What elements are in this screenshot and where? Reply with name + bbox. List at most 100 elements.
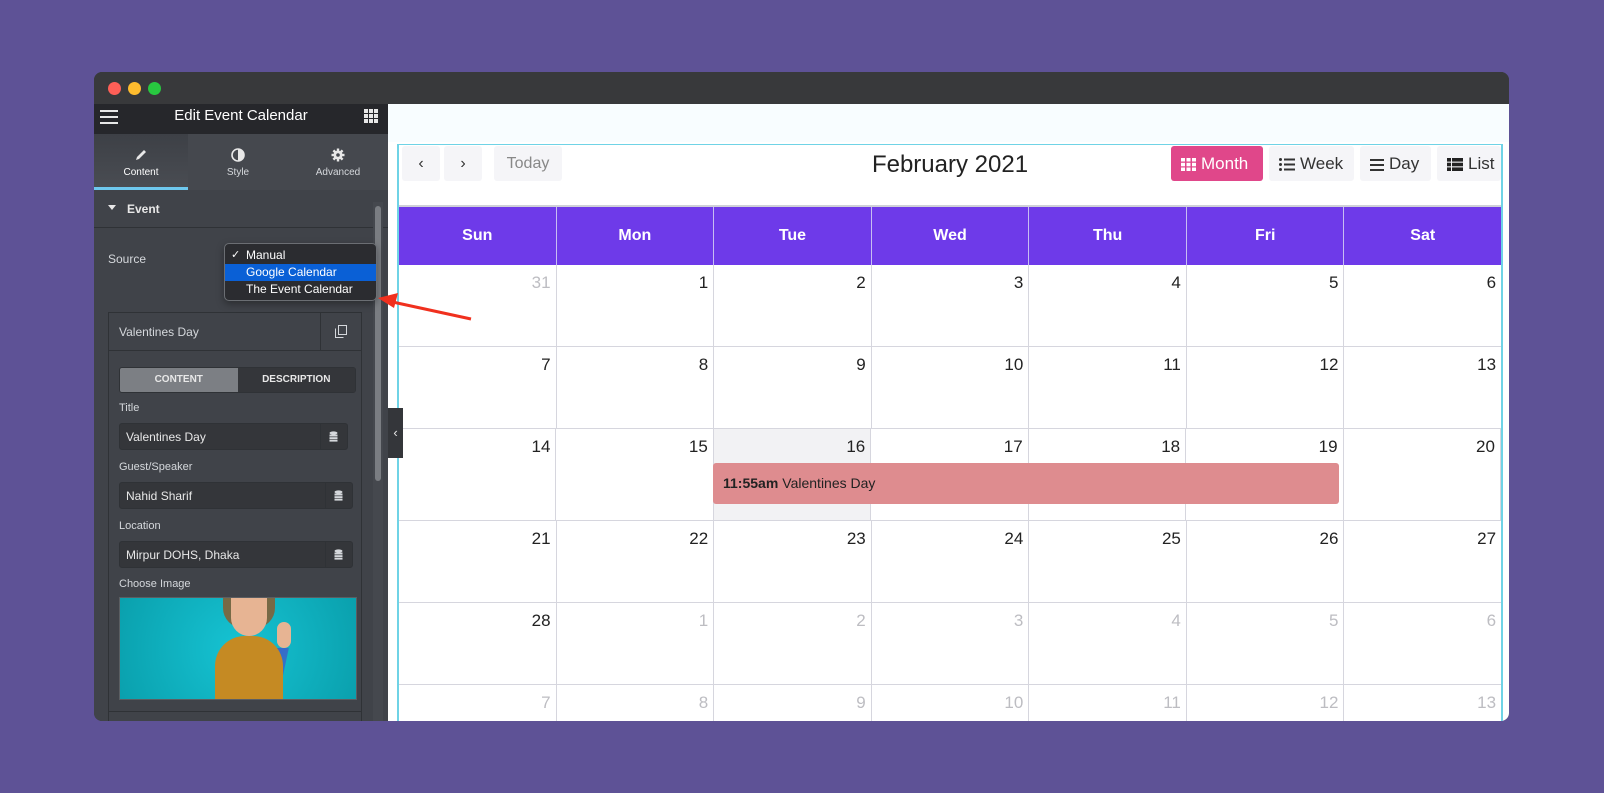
tab-content-label: Content (123, 167, 159, 178)
grid-icon (1181, 158, 1196, 172)
duplicate-button[interactable] (320, 313, 361, 351)
collapse-panel-button[interactable]: ‹ (388, 408, 403, 458)
day-number: 18 (1161, 437, 1181, 456)
location-input[interactable] (120, 542, 325, 567)
day-cell[interactable]: 15 (556, 429, 714, 520)
table-list-icon (1447, 158, 1463, 172)
day-cell[interactable]: 9 (714, 347, 872, 428)
day-cell[interactable]: 12 (1187, 685, 1345, 721)
day-cell[interactable]: 14 (399, 429, 557, 520)
day-cell[interactable]: 7 (399, 347, 557, 428)
day-number: 24 (1004, 529, 1024, 548)
source-dropdown-menu[interactable]: ✓ Manual Google Calendar The Event Calen… (224, 243, 377, 301)
day-cell[interactable]: 3 (872, 603, 1030, 684)
day-cell[interactable]: 8 (557, 685, 715, 721)
day-cell[interactable]: 11 (1029, 347, 1187, 428)
day-cell[interactable]: 3 (872, 265, 1030, 346)
segment-content[interactable]: CONTENT (120, 368, 238, 392)
event-section-toggle[interactable]: Event (94, 190, 388, 228)
source-option-manual[interactable]: ✓ Manual (225, 247, 376, 264)
day-cell[interactable]: 5 (1187, 603, 1345, 684)
week-row: 31 1 2 3 4 5 6 (399, 265, 1501, 347)
day-cell[interactable]: 1 (557, 603, 715, 684)
view-week-button[interactable]: Week (1269, 146, 1354, 181)
day-cell[interactable]: 13 (1344, 347, 1501, 428)
maximize-window-button[interactable] (148, 82, 161, 95)
weekday-header: Sun Mon Tue Wed Thu Fri Sat (399, 205, 1501, 265)
preview-top-bar (388, 104, 1509, 142)
day-number: 20 (1476, 437, 1495, 456)
day-number: 23 (846, 529, 866, 548)
weekday-fri: Fri (1187, 207, 1345, 265)
day-cell[interactable]: 24 (872, 521, 1030, 602)
image-chooser[interactable] (119, 597, 357, 700)
day-cell[interactable]: 8 (557, 347, 715, 428)
day-number: 10 (1004, 693, 1024, 712)
day-number: 17 (1003, 437, 1023, 456)
widgets-grid-icon[interactable] (364, 109, 378, 123)
view-day-button[interactable]: Day (1360, 146, 1431, 181)
next-month-button[interactable]: › (444, 146, 482, 181)
guest-speaker-input[interactable] (120, 483, 325, 508)
option-label: Google Calendar (246, 265, 337, 279)
tab-style[interactable]: Style (188, 134, 288, 190)
view-month-button[interactable]: Month (1171, 146, 1263, 181)
day-cell[interactable]: 12 (1187, 347, 1345, 428)
panel-tabs: Content Style Advanced (94, 134, 388, 190)
day-number: 9 (856, 355, 866, 374)
event-section-label: Event (127, 202, 160, 216)
day-cell[interactable]: 7 (399, 685, 557, 721)
tab-advanced-label: Advanced (315, 167, 361, 178)
day-cell[interactable]: 10 (872, 685, 1030, 721)
day-cell[interactable]: 10 (872, 347, 1030, 428)
tab-advanced[interactable]: Advanced (288, 134, 388, 190)
day-cell[interactable]: 13 (1344, 685, 1501, 721)
day-cell[interactable]: 6 (1344, 603, 1501, 684)
day-number: 16 (846, 437, 866, 456)
close-window-button[interactable] (108, 82, 121, 95)
day-cell[interactable]: 21 (399, 521, 557, 602)
calendar-event[interactable]: 11:55am Valentines Day (713, 463, 1339, 504)
day-cell[interactable]: 22 (557, 521, 715, 602)
day-cell[interactable]: 23 (714, 521, 872, 602)
day-number: 19 (1318, 437, 1338, 456)
dynamic-tags-button[interactable] (325, 542, 352, 567)
dynamic-tags-button[interactable] (325, 483, 352, 508)
day-cell[interactable]: 4 (1029, 603, 1187, 684)
day-cell[interactable]: 1 (557, 265, 715, 346)
day-cell[interactable]: 28 (399, 603, 557, 684)
tab-content[interactable]: Content (94, 134, 188, 190)
day-cell[interactable]: 2 (714, 603, 872, 684)
day-number: 2 (856, 611, 866, 630)
day-cell[interactable]: 20 (1344, 429, 1501, 520)
day-cell[interactable]: 11 (1029, 685, 1187, 721)
repeater-item-header[interactable]: Valentines Day (109, 313, 361, 351)
dynamic-tags-button[interactable] (320, 424, 347, 449)
source-label: Source (108, 252, 147, 266)
prev-month-button[interactable]: ‹ (402, 146, 440, 181)
minimize-window-button[interactable] (128, 82, 141, 95)
source-option-google-calendar[interactable]: Google Calendar (225, 264, 376, 281)
source-option-the-event-calendar[interactable]: The Event Calendar (225, 281, 376, 298)
day-cell[interactable]: 6 (1344, 265, 1501, 346)
title-input[interactable] (120, 424, 320, 449)
panel-title: Edit Event Calendar (174, 107, 308, 124)
day-cell[interactable]: 5 (1187, 265, 1345, 346)
weekday-thu: Thu (1029, 207, 1187, 265)
day-cell[interactable]: 27 (1344, 521, 1501, 602)
day-cell[interactable]: 9 (714, 685, 872, 721)
segment-description[interactable]: DESCRIPTION (237, 368, 355, 392)
day-cell[interactable]: 26 (1187, 521, 1345, 602)
today-button[interactable]: Today (494, 146, 562, 181)
divider (109, 711, 361, 712)
day-number: 10 (1004, 355, 1024, 374)
day-number: 3 (1013, 273, 1024, 292)
week-row: 7 8 9 10 11 12 13 (399, 347, 1501, 429)
day-number: 8 (698, 355, 709, 374)
day-cell[interactable]: 4 (1029, 265, 1187, 346)
day-cell[interactable]: 25 (1029, 521, 1187, 602)
half-circle-icon (188, 148, 288, 164)
day-cell[interactable]: 2 (714, 265, 872, 346)
day-cell[interactable]: 31 (399, 265, 557, 346)
view-list-button[interactable]: List (1437, 146, 1501, 181)
